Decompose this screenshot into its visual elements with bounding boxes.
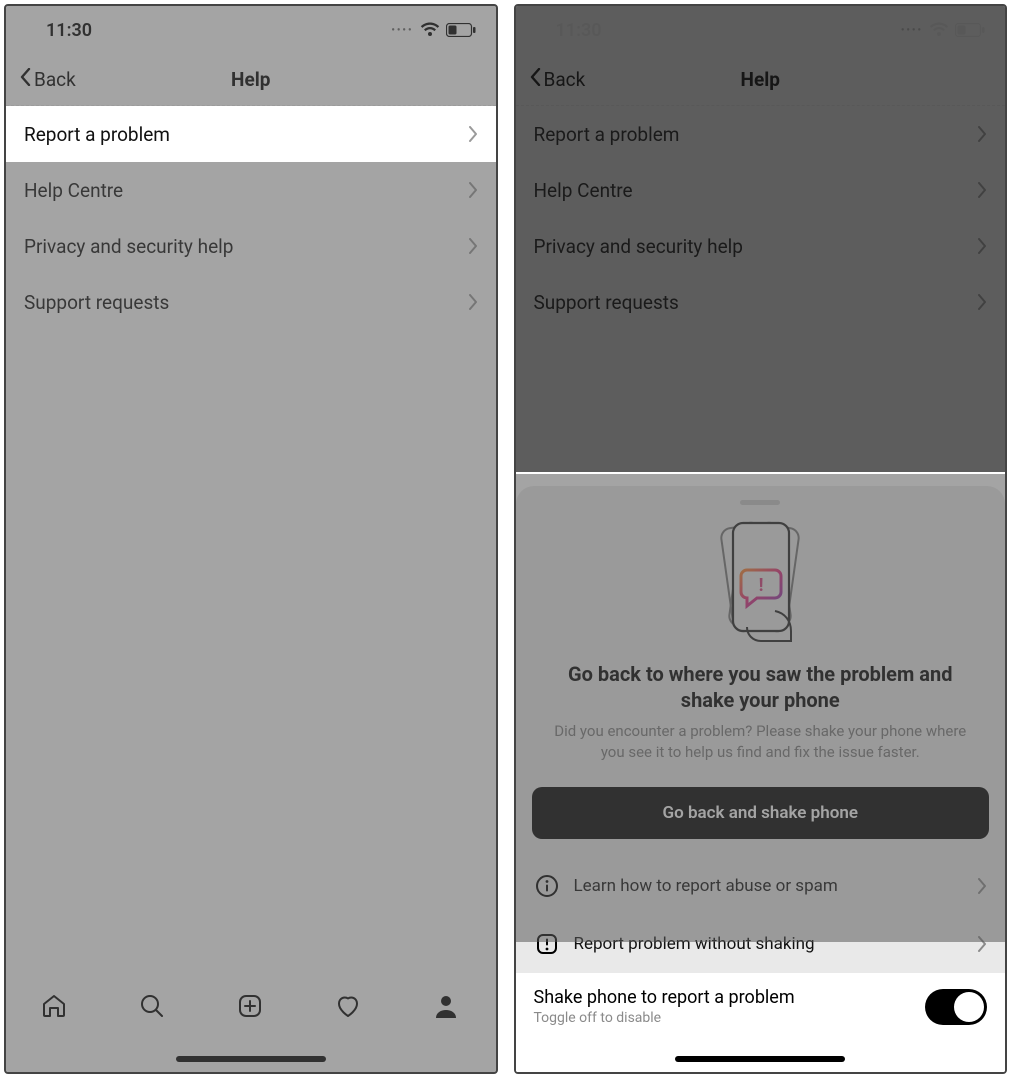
home-icon[interactable] bbox=[40, 992, 70, 1022]
chevron-right-icon bbox=[977, 294, 987, 310]
wifi-icon bbox=[929, 22, 949, 38]
phone-left: 11:30 •••• Back Help Report a probl bbox=[4, 4, 498, 1074]
row-label: Support requests bbox=[24, 291, 169, 314]
sheet-grabber[interactable] bbox=[740, 500, 780, 505]
row-privacy-security[interactable]: Privacy and security help bbox=[6, 218, 496, 274]
chevron-left-icon bbox=[20, 68, 32, 91]
create-icon[interactable] bbox=[236, 992, 266, 1022]
row-label: Help Centre bbox=[534, 179, 633, 202]
row-report-without-shaking[interactable]: Report problem without shaking bbox=[516, 915, 1006, 973]
back-label: Back bbox=[544, 68, 586, 91]
row-help-centre[interactable]: Help Centre bbox=[516, 162, 1006, 218]
sheet-subtext: Did you encounter a problem? Please shak… bbox=[516, 713, 1006, 779]
status-time: 11:30 bbox=[556, 20, 602, 41]
nav-header: Back Help bbox=[516, 54, 1006, 106]
heart-icon[interactable] bbox=[334, 992, 364, 1022]
shake-toggle-switch[interactable] bbox=[925, 989, 987, 1025]
row-learn-abuse[interactable]: Learn how to report abuse or spam bbox=[516, 857, 1006, 915]
row-report-problem[interactable]: Report a problem bbox=[516, 106, 1006, 162]
profile-icon[interactable] bbox=[432, 992, 462, 1022]
tab-bar bbox=[6, 978, 496, 1072]
row-label: Privacy and security help bbox=[534, 235, 743, 258]
home-indicator bbox=[176, 1056, 326, 1062]
svg-text:!: ! bbox=[759, 575, 764, 596]
search-icon[interactable] bbox=[138, 992, 168, 1022]
chevron-right-icon bbox=[977, 238, 987, 254]
row-label: Help Centre bbox=[24, 179, 123, 202]
row-support-requests[interactable]: Support requests bbox=[516, 274, 1006, 330]
optrow-label: Learn how to report abuse or spam bbox=[574, 876, 838, 896]
info-icon bbox=[534, 873, 560, 899]
row-support-requests[interactable]: Support requests bbox=[6, 274, 496, 330]
status-bar: 11:30 •••• bbox=[6, 6, 496, 54]
optrow-label: Report problem without shaking bbox=[574, 934, 815, 954]
page-title: Help bbox=[6, 68, 496, 91]
row-privacy-security[interactable]: Privacy and security help bbox=[516, 218, 1006, 274]
row-label: Privacy and security help bbox=[24, 235, 233, 258]
cellular-dots-icon: •••• bbox=[391, 25, 413, 36]
chevron-left-icon bbox=[530, 68, 542, 91]
phone-right: 11:30 •••• Back Help Report a probl bbox=[514, 4, 1008, 1074]
report-sheet: ! Go back to where you saw the problem a… bbox=[516, 486, 1006, 1072]
chevron-right-icon bbox=[977, 878, 987, 894]
row-report-problem[interactable]: Report a problem bbox=[6, 106, 496, 162]
cellular-dots-icon: •••• bbox=[901, 25, 923, 36]
toggle-title: Shake phone to report a problem bbox=[534, 987, 795, 1008]
alert-square-icon bbox=[534, 931, 560, 957]
back-button[interactable]: Back bbox=[530, 68, 586, 91]
status-bar: 11:30 •••• bbox=[516, 6, 1006, 54]
shake-phone-illustration: ! bbox=[516, 515, 1006, 645]
row-label: Report a problem bbox=[534, 123, 680, 146]
battery-icon bbox=[446, 23, 476, 37]
chevron-right-icon bbox=[977, 126, 987, 142]
home-indicator bbox=[675, 1056, 845, 1062]
nav-header: Back Help bbox=[6, 54, 496, 106]
page-title: Help bbox=[516, 68, 1006, 91]
back-button[interactable]: Back bbox=[20, 68, 76, 91]
row-label: Report a problem bbox=[24, 123, 170, 146]
sheet-heading: Go back to where you saw the problem and… bbox=[516, 661, 1006, 713]
chevron-right-icon bbox=[468, 126, 478, 142]
battery-icon bbox=[955, 23, 985, 37]
status-time: 11:30 bbox=[46, 20, 92, 41]
row-shake-toggle: Shake phone to report a problem Toggle o… bbox=[516, 973, 1006, 1044]
toggle-subtitle: Toggle off to disable bbox=[534, 1010, 795, 1026]
chevron-right-icon bbox=[977, 182, 987, 198]
chevron-right-icon bbox=[468, 182, 478, 198]
chevron-right-icon bbox=[977, 936, 987, 952]
wifi-icon bbox=[420, 22, 440, 38]
chevron-right-icon bbox=[468, 294, 478, 310]
go-back-shake-button[interactable]: Go back and shake phone bbox=[532, 787, 990, 839]
row-help-centre[interactable]: Help Centre bbox=[6, 162, 496, 218]
chevron-right-icon bbox=[468, 238, 478, 254]
back-label: Back bbox=[34, 68, 76, 91]
switch-knob bbox=[954, 992, 984, 1022]
row-label: Support requests bbox=[534, 291, 679, 314]
primary-button-label: Go back and shake phone bbox=[663, 803, 858, 823]
